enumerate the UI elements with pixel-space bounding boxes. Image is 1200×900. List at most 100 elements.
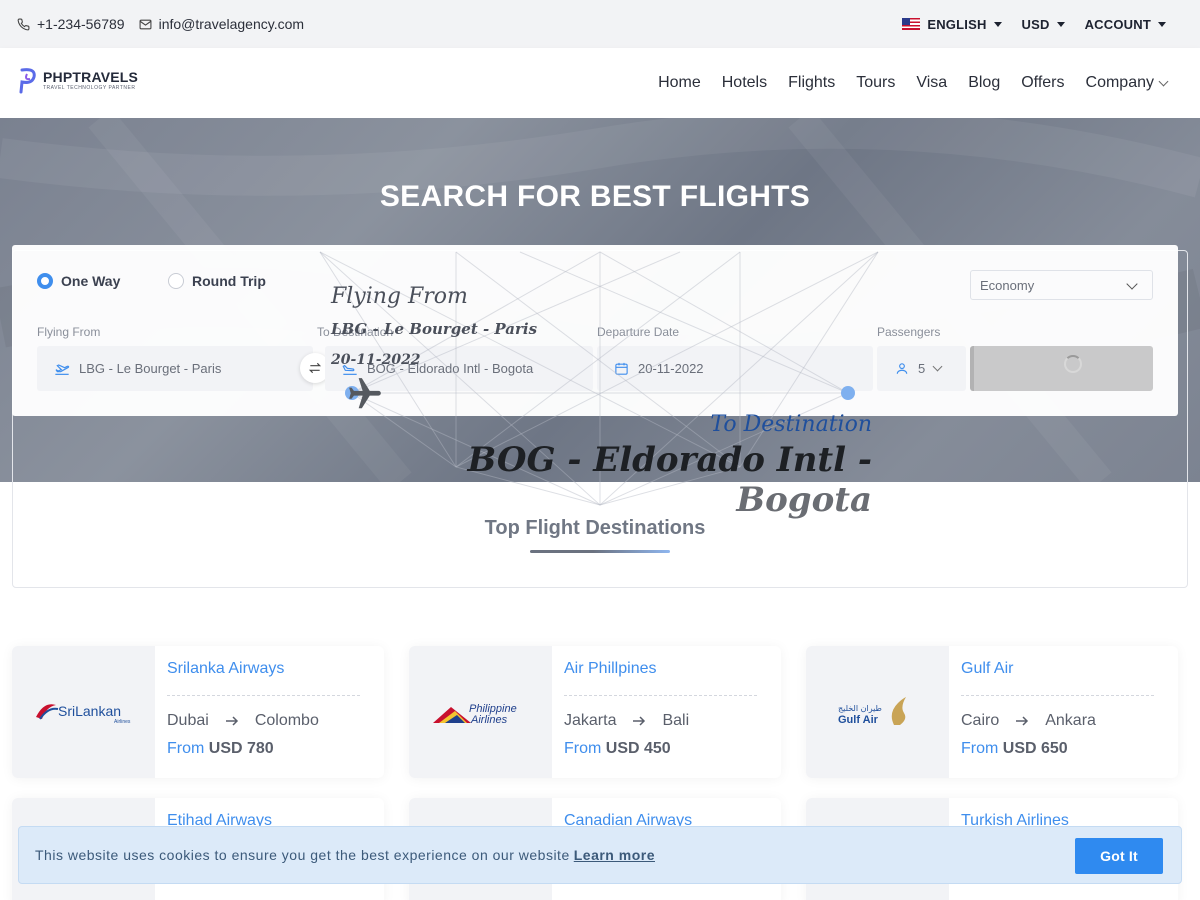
destination-card[interactable]: طيران الخليج Gulf Air Gulf Air Cairo Ank… — [806, 646, 1178, 778]
got-it-button[interactable]: Got It — [1075, 838, 1163, 874]
us-flag-icon — [902, 18, 921, 30]
route-to: Ankara — [1045, 712, 1096, 729]
phone-contact[interactable]: +1-234-56789 — [17, 16, 125, 32]
passengers-value: 5 — [918, 361, 926, 376]
price-prefix: From — [167, 740, 205, 757]
flight-search-form: One Way Round Trip Economy Flying From T… — [12, 245, 1178, 416]
animation-to-code: BOG - Eldorado Intl - — [467, 440, 872, 480]
animation-from-heading: Flying From — [331, 284, 468, 309]
from-value: LBG - Le Bourget - Paris — [79, 361, 222, 376]
cookie-banner: This website uses cookies to ensure you … — [18, 826, 1182, 884]
passengers-select[interactable]: 5 — [877, 346, 966, 391]
currency-dropdown[interactable]: USD — [1022, 17, 1065, 32]
cabin-class-value: Economy — [980, 277, 1035, 293]
cabin-class-select[interactable]: Economy — [970, 270, 1153, 300]
swap-arrows-icon — [308, 362, 322, 374]
route: Dubai Colombo — [167, 712, 319, 730]
phone-number: +1-234-56789 — [37, 16, 125, 32]
arrow-right-icon — [1016, 716, 1029, 726]
price-prefix: From — [961, 740, 999, 757]
route-from: Jakarta — [564, 712, 617, 729]
price-value: USD 650 — [1002, 740, 1068, 757]
srilankan-logo-icon: SriLankan Airlines — [35, 703, 131, 725]
radio-round-trip-label: Round Trip — [192, 273, 266, 289]
radio-one-way[interactable]: One Way — [37, 273, 120, 289]
cookie-message: This website uses cookies to ensure you … — [35, 847, 570, 863]
airline-logo: SriLankan Airlines — [12, 646, 155, 778]
card-divider — [961, 695, 1154, 696]
logo-name: PHPTRAVELS — [43, 69, 139, 85]
airline-name[interactable]: Air Phillpines — [564, 660, 656, 678]
phone-icon — [17, 18, 30, 30]
price-value: USD 450 — [605, 740, 671, 757]
user-icon — [896, 363, 908, 374]
account-dropdown[interactable]: ACCOUNT — [1085, 17, 1166, 32]
currency-label: USD — [1021, 16, 1050, 32]
price-prefix: From — [564, 740, 602, 757]
takeoff-icon — [55, 363, 70, 375]
nav-hotels[interactable]: Hotels — [722, 74, 767, 92]
chevron-down-icon — [932, 361, 943, 372]
chevron-down-icon — [1126, 278, 1138, 290]
nav-home[interactable]: Home — [658, 74, 701, 92]
search-button[interactable] — [970, 346, 1153, 391]
account-label: ACCOUNT — [1084, 16, 1151, 32]
logo-subtext: Airlines — [114, 719, 131, 725]
caret-down-icon — [1056, 21, 1065, 27]
airline-name[interactable]: Gulf Air — [961, 660, 1013, 678]
departure-date-input[interactable]: 20-11-2022 — [597, 346, 873, 391]
from-input[interactable]: LBG - Le Bourget - Paris — [37, 346, 313, 391]
passengers-label: Passengers — [877, 325, 941, 339]
learn-more-link[interactable]: Learn more — [574, 847, 655, 863]
arrow-right-icon — [633, 716, 646, 726]
logo-text: SriLankan — [58, 703, 121, 719]
destination-card[interactable]: Philippine Airlines Air Phillpines Jakar… — [409, 646, 781, 778]
animation-to-value: BOG - Eldorado Intl - Bogota — [452, 440, 872, 520]
language-label: ENGLISH — [927, 16, 987, 32]
route-to: Bali — [662, 712, 690, 729]
animation-date: 20-11-2022 — [331, 352, 421, 368]
price: From USD 450 — [564, 740, 671, 758]
site-logo[interactable]: PHPTRAVELS TRAVEL TECHNOLOGY PARTNER — [18, 68, 138, 94]
nav-blog[interactable]: Blog — [968, 74, 1000, 92]
mail-icon — [139, 19, 152, 29]
animation-to-city: Bogota — [736, 480, 872, 520]
calendar-icon — [615, 362, 628, 375]
logo-subtext: طيران الخليج — [838, 704, 882, 713]
date-label: Departure Date — [597, 325, 680, 339]
route-from: Cairo — [961, 712, 1000, 729]
card-divider — [564, 695, 757, 696]
section-title-underline — [530, 550, 670, 553]
language-dropdown[interactable]: ENGLISH — [902, 16, 1002, 32]
price-value: USD 780 — [208, 740, 274, 757]
main-nav: Home Hotels Flights Tours Visa Blog Offe… — [658, 48, 1169, 118]
nav-company-label: Company — [1085, 74, 1154, 91]
route: Cairo Ankara — [961, 712, 1096, 730]
nav-visa[interactable]: Visa — [916, 74, 947, 92]
gulf-air-logo-icon: طيران الخليج Gulf Air — [838, 697, 906, 726]
top-bar: +1-234-56789 info@travelagency.com ENGLI… — [0, 0, 1200, 48]
route: Jakarta Bali — [564, 712, 689, 730]
route-to: Colombo — [254, 712, 319, 729]
radio-selected-icon — [37, 273, 53, 289]
philippine-airlines-logo-icon: Philippine Airlines — [432, 703, 516, 726]
card-divider — [167, 695, 360, 696]
price: From USD 650 — [961, 740, 1068, 758]
nav-offers[interactable]: Offers — [1021, 74, 1064, 92]
price: From USD 780 — [167, 740, 274, 758]
date-value: 20-11-2022 — [638, 361, 704, 376]
loading-spinner-icon — [1064, 355, 1082, 373]
route-from: Dubai — [167, 712, 209, 729]
airplane-icon — [349, 378, 381, 409]
nav-company[interactable]: Company — [1085, 74, 1169, 92]
caret-down-icon — [1158, 21, 1166, 27]
airline-logo: Philippine Airlines — [409, 646, 552, 778]
nav-tours[interactable]: Tours — [856, 74, 895, 92]
airline-name[interactable]: Srilanka Airways — [167, 660, 284, 678]
animation-to-heading: To Destination — [710, 412, 872, 437]
email-contact[interactable]: info@travelagency.com — [139, 16, 304, 32]
airline-logo: طيران الخليج Gulf Air — [806, 646, 949, 778]
destination-card[interactable]: SriLankan Airlines Srilanka Airways Duba… — [12, 646, 384, 778]
radio-round-trip[interactable]: Round Trip — [168, 273, 266, 289]
nav-flights[interactable]: Flights — [788, 74, 835, 92]
